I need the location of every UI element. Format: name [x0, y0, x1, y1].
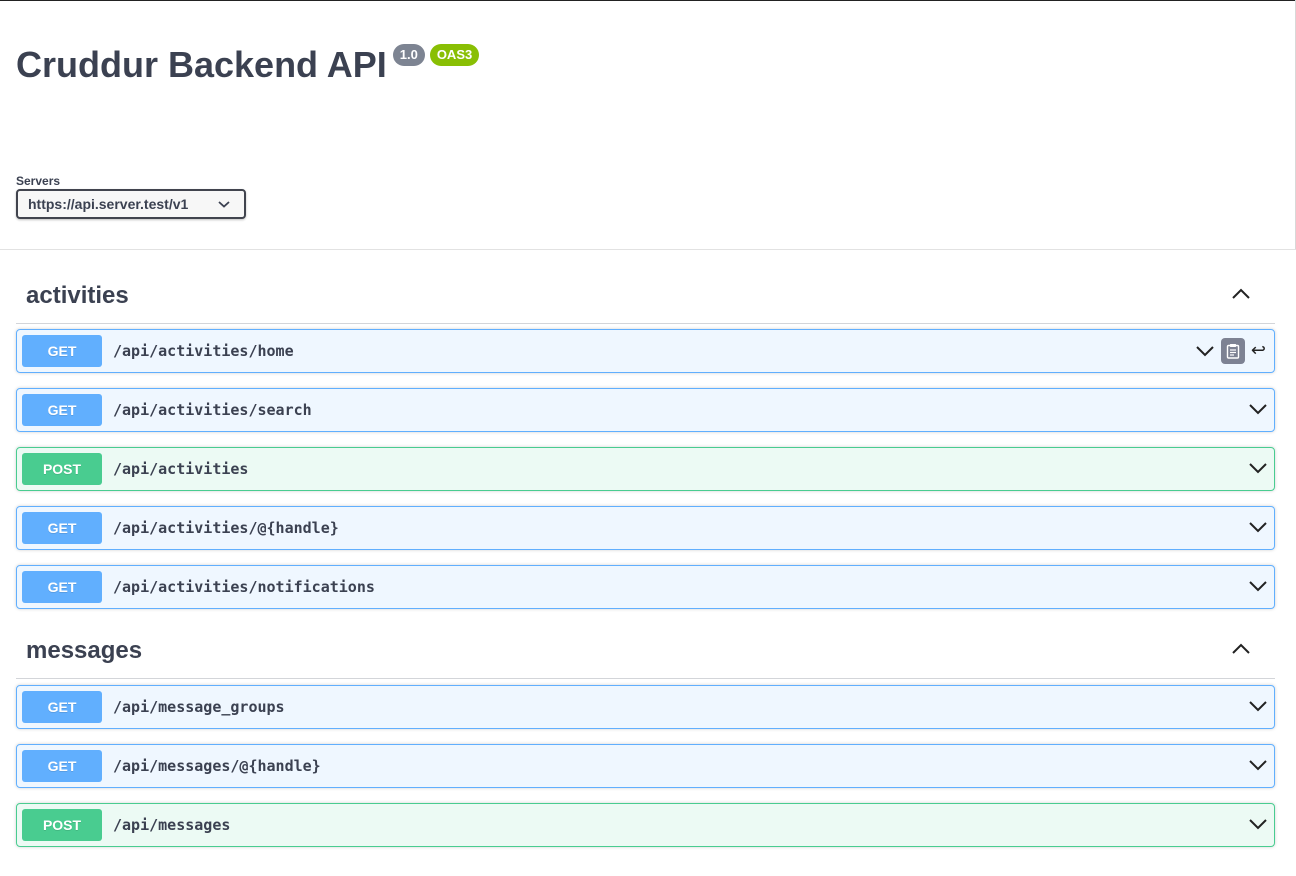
- chevron-down-icon: [218, 201, 230, 208]
- operation-get-activities-search[interactable]: GET /api/activities/search: [16, 388, 1275, 432]
- chevron-down-icon[interactable]: [1248, 520, 1268, 534]
- operation-get-activities-handle[interactable]: GET /api/activities/@{handle}: [16, 506, 1275, 550]
- server-select-value: https://api.server.test/v1: [28, 196, 189, 212]
- chevron-down-icon[interactable]: [1195, 344, 1215, 358]
- api-info: Cruddur Backend API 1.0 OAS3: [16, 40, 480, 90]
- version-badge: 1.0: [392, 44, 425, 66]
- clipboard-icon: [1226, 344, 1240, 359]
- server-select[interactable]: https://api.server.test/v1: [16, 189, 246, 219]
- chevron-down-icon[interactable]: [1248, 579, 1268, 593]
- chevron-down-icon[interactable]: [1248, 699, 1268, 713]
- page-title: Cruddur Backend API: [16, 44, 387, 85]
- operation-path: /api/activities: [113, 460, 249, 478]
- method-badge: GET: [22, 335, 102, 367]
- operation-path: /api/activities/notifications: [113, 578, 375, 596]
- operation-get-messages-handle[interactable]: GET /api/messages/@{handle}: [16, 744, 1275, 788]
- operation-path: /api/messages/@{handle}: [113, 757, 321, 775]
- operation-path: /api/messages: [113, 816, 231, 834]
- tag-messages[interactable]: messages: [16, 623, 1275, 679]
- section-divider: [0, 249, 1296, 250]
- operation-get-message-groups[interactable]: GET /api/message_groups: [16, 685, 1275, 729]
- tag-name: messages: [26, 636, 143, 664]
- return-arrow-icon[interactable]: ↩: [1251, 341, 1266, 361]
- chevron-down-icon[interactable]: [1248, 758, 1268, 772]
- oas-badge: OAS3: [429, 44, 480, 66]
- top-border: [0, 0, 1296, 1]
- method-badge: GET: [22, 691, 102, 723]
- copy-path-button[interactable]: [1220, 338, 1245, 364]
- chevron-up-icon[interactable]: [1231, 286, 1251, 300]
- operation-post-activities[interactable]: POST /api/activities: [16, 447, 1275, 491]
- chevron-down-icon[interactable]: [1248, 817, 1268, 831]
- tag-activities[interactable]: activities: [16, 268, 1275, 324]
- method-badge: GET: [22, 571, 102, 603]
- operation-path: /api/activities/home: [113, 342, 294, 360]
- operation-path: /api/activities/@{handle}: [113, 519, 339, 537]
- operation-path: /api/activities/search: [113, 401, 312, 419]
- chevron-up-icon[interactable]: [1231, 641, 1251, 655]
- method-badge: POST: [22, 809, 102, 841]
- servers-label: Servers: [16, 174, 61, 188]
- operation-tools: ↩: [1195, 338, 1266, 364]
- operation-path: /api/message_groups: [113, 698, 285, 716]
- chevron-down-icon[interactable]: [1248, 461, 1268, 475]
- operation-post-messages[interactable]: POST /api/messages: [16, 803, 1275, 847]
- chevron-down-icon[interactable]: [1248, 402, 1268, 416]
- operation-get-activities-home[interactable]: GET /api/activities/home ↩: [16, 329, 1275, 373]
- method-badge: GET: [22, 512, 102, 544]
- tag-name: activities: [26, 281, 129, 309]
- method-badge: POST: [22, 453, 102, 485]
- operation-get-activities-notifications[interactable]: GET /api/activities/notifications: [16, 565, 1275, 609]
- method-badge: GET: [22, 750, 102, 782]
- method-badge: GET: [22, 394, 102, 426]
